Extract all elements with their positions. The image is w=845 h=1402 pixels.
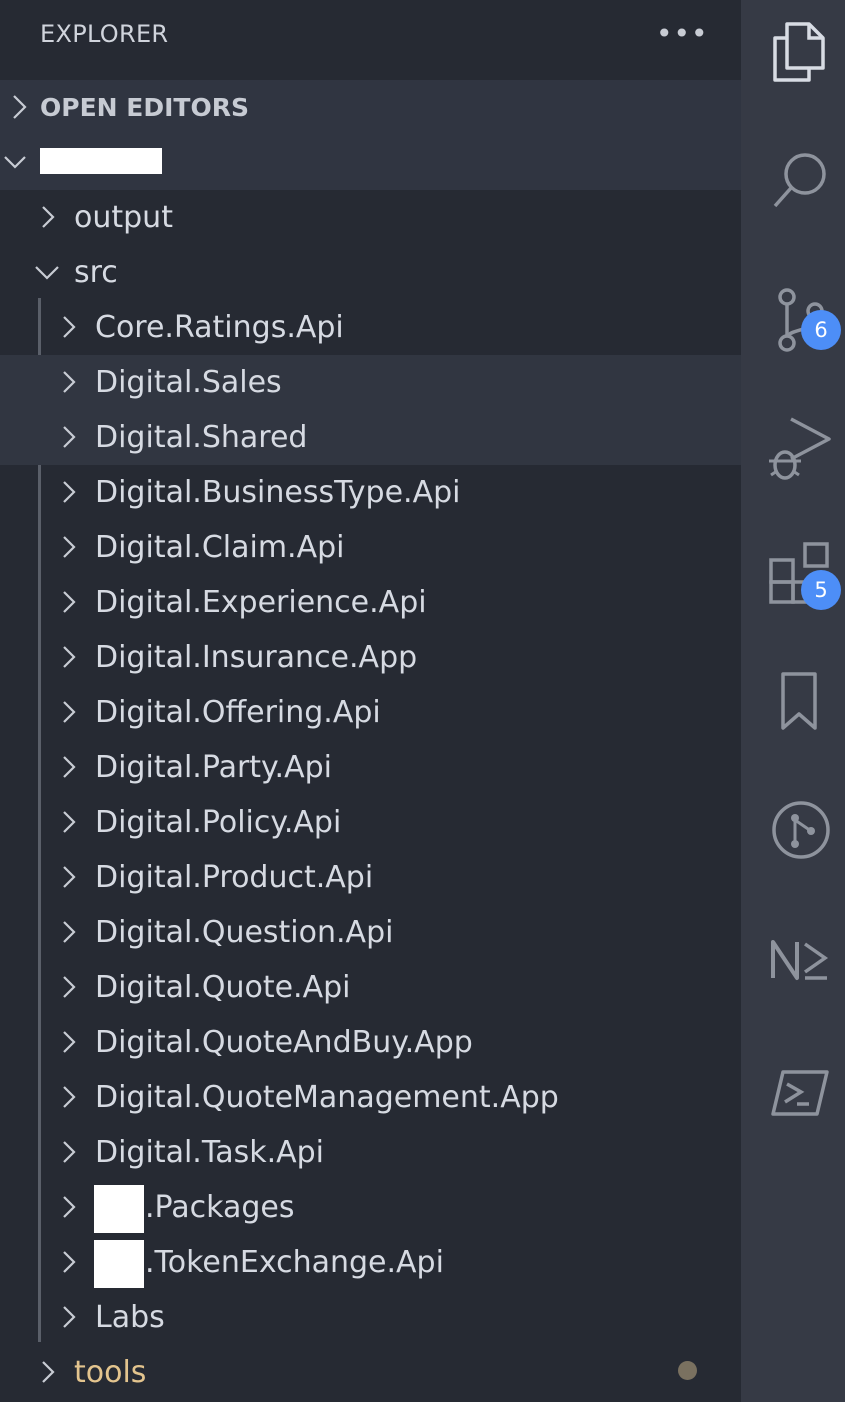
- chevron-right-icon: [63, 426, 76, 448]
- tree-folder-tools[interactable]: tools: [0, 1345, 741, 1400]
- source-control-activity-button[interactable]: 6: [741, 265, 845, 375]
- tree-folder-item[interactable]: Digital.Task.Api: [0, 1125, 741, 1180]
- tree-folder-item[interactable]: Labs: [0, 1290, 741, 1345]
- extensions-activity-button[interactable]: 5: [741, 520, 845, 630]
- chevron-right-icon: [63, 1251, 76, 1273]
- folder-label: src: [74, 255, 118, 290]
- open-editors-section[interactable]: OPEN EDITORS: [0, 80, 741, 135]
- folder-label: .Packages: [145, 1190, 295, 1225]
- chevron-right-icon: [63, 811, 76, 833]
- folder-label: Digital.Quote.Api: [95, 970, 351, 1005]
- activity-bar: 6 5: [741, 0, 845, 1402]
- nx-console-icon: [771, 940, 829, 980]
- tree-folder-item[interactable]: Digital.Party.Api: [0, 740, 741, 795]
- redacted-name-prefix: [94, 1185, 144, 1233]
- folder-label: Digital.QuoteManagement.App: [95, 1080, 559, 1115]
- folder-label: Labs: [95, 1300, 165, 1335]
- chevron-right-icon: [63, 976, 76, 998]
- tree-folder-item[interactable]: Digital.QuoteManagement.App: [0, 1070, 741, 1125]
- chevron-right-icon: [63, 1086, 76, 1108]
- chevron-right-icon: [63, 646, 76, 668]
- tree-folder-output[interactable]: output: [0, 190, 741, 245]
- folder-label: Digital.Sales: [95, 365, 282, 400]
- chevron-down-icon: [35, 266, 59, 280]
- tree-folder-item[interactable]: Digital.Offering.Api: [0, 685, 741, 740]
- explorer-header: EXPLORER •••: [0, 0, 741, 78]
- folder-label: Digital.Shared: [95, 420, 308, 455]
- chevron-right-icon: [63, 921, 76, 943]
- explorer-sidebar: EXPLORER ••• OPEN EDITORS output src Cor…: [0, 0, 741, 1402]
- tree-folder-item[interactable]: Digital.Question.Api: [0, 905, 741, 960]
- gitlens-icon: [772, 801, 830, 859]
- chevron-right-icon: [63, 591, 76, 613]
- tree-folder-item[interactable]: .TokenExchange.Api: [0, 1235, 741, 1290]
- tree-folder-item[interactable]: Digital.Product.Api: [0, 850, 741, 905]
- chevron-right-icon: [63, 536, 76, 558]
- folder-label: Digital.BusinessType.Api: [95, 475, 461, 510]
- tree-folder-item[interactable]: Digital.Insurance.App: [0, 630, 741, 685]
- chevron-right-icon: [13, 95, 27, 119]
- tree-folder-item[interactable]: .Packages: [0, 1180, 741, 1235]
- search-icon: [773, 153, 826, 208]
- nx-console-activity-button[interactable]: [741, 910, 845, 1020]
- folder-label: Digital.Insurance.App: [95, 640, 418, 675]
- modified-dot-icon: [678, 1361, 697, 1380]
- chevron-right-icon: [63, 866, 76, 888]
- more-actions-icon[interactable]: •••: [656, 20, 709, 48]
- tree-folder-src[interactable]: src: [0, 245, 741, 300]
- folder-label: Digital.Party.Api: [95, 750, 332, 785]
- folder-label: Digital.Product.Api: [95, 860, 374, 895]
- chevron-right-icon: [63, 1196, 76, 1218]
- folder-label: Digital.Policy.Api: [95, 805, 342, 840]
- folder-label: Digital.QuoteAndBuy.App: [95, 1025, 473, 1060]
- bookmarks-activity-button[interactable]: [741, 650, 845, 760]
- chevron-right-icon: [63, 481, 76, 503]
- tree-folder-item[interactable]: Digital.Quote.Api: [0, 960, 741, 1015]
- chevron-right-icon: [42, 206, 55, 228]
- folder-label: output: [74, 200, 173, 235]
- tree-folder-item[interactable]: Digital.Policy.Api: [0, 795, 741, 850]
- search-activity-button[interactable]: [741, 130, 845, 240]
- folder-label: Digital.Claim.Api: [95, 530, 345, 565]
- tree-folder-item[interactable]: Digital.BusinessType.Api: [0, 465, 741, 520]
- folder-label: Digital.Offering.Api: [95, 695, 381, 730]
- explorer-activity-button[interactable]: [741, 0, 845, 110]
- chevron-right-icon: [63, 1141, 76, 1163]
- workspace-folder-section[interactable]: [0, 135, 741, 190]
- tree-folder-item[interactable]: Digital.Shared: [0, 410, 741, 465]
- folder-label: tools: [74, 1355, 147, 1390]
- tree-folder-item[interactable]: Digital.QuoteAndBuy.App: [0, 1015, 741, 1070]
- tree-folder-item[interactable]: Digital.Experience.Api: [0, 575, 741, 630]
- chevron-right-icon: [63, 1306, 76, 1328]
- run-debug-activity-button[interactable]: [741, 395, 845, 505]
- tree-folder-item[interactable]: Core.Ratings.Api: [0, 300, 741, 355]
- powershell-activity-button[interactable]: [741, 1040, 845, 1150]
- chevron-right-icon: [63, 1031, 76, 1053]
- chevron-right-icon: [42, 1361, 55, 1383]
- bookmarks-icon: [781, 672, 817, 730]
- gitlens-activity-button[interactable]: [741, 780, 845, 890]
- folder-label: Digital.Experience.Api: [95, 585, 427, 620]
- folder-label: Digital.Question.Api: [95, 915, 394, 950]
- open-editors-label: OPEN EDITORS: [40, 93, 249, 122]
- chevron-right-icon: [63, 701, 76, 723]
- folder-label: .TokenExchange.Api: [145, 1245, 444, 1280]
- run-debug-icon: [769, 417, 831, 480]
- folder-label: Digital.Task.Api: [95, 1135, 325, 1170]
- chevron-right-icon: [63, 756, 76, 778]
- chevron-down-icon: [4, 156, 26, 169]
- extensions-badge: 5: [801, 570, 841, 610]
- chevron-right-icon: [63, 371, 76, 393]
- source-control-badge: 6: [801, 310, 841, 350]
- chevron-right-icon: [63, 316, 76, 338]
- redacted-name-prefix: [94, 1240, 144, 1288]
- tree-folder-item[interactable]: Digital.Sales: [0, 355, 741, 410]
- explorer-icon: [773, 22, 825, 82]
- explorer-title: EXPLORER: [40, 20, 169, 48]
- redacted-workspace-name: [40, 148, 162, 174]
- powershell-icon: [771, 1070, 829, 1116]
- tree-folder-item[interactable]: Digital.Claim.Api: [0, 520, 741, 575]
- folder-label: Core.Ratings.Api: [95, 310, 344, 345]
